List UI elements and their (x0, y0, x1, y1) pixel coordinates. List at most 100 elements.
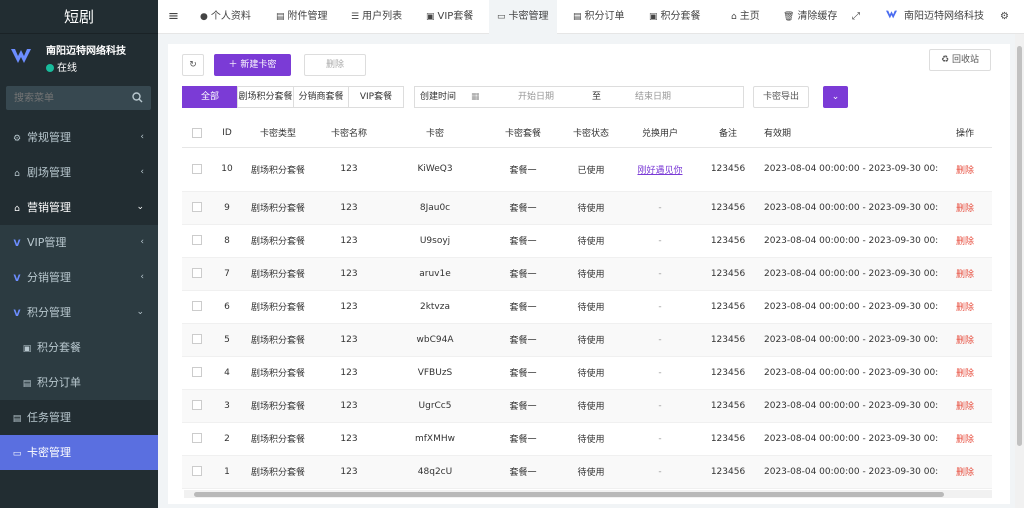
row-checkbox[interactable] (182, 323, 212, 357)
tab-attachments[interactable]: ▤ 附件管理 (276, 0, 328, 34)
sidebar-item-vip[interactable]: V VIP管理 ‹ (0, 225, 158, 260)
user-panel: 南阳迈特网络科技 在线 (0, 34, 158, 78)
filter-distributor[interactable]: 分销商套餐 (293, 86, 349, 108)
table-row[interactable]: 2 剧场积分套餐 123 mfXMHw 套餐一 待使用 -123456 2023-08-04 … (182, 422, 992, 456)
horizontal-scrollbar-thumb[interactable] (194, 492, 944, 497)
cell-package: 套餐一 (486, 389, 560, 423)
sidebar-item-theater[interactable]: ⌂ 剧场管理 ‹ (0, 155, 158, 190)
cell-name: 123 (314, 224, 384, 258)
menu-toggle-icon[interactable]: ≡ (168, 0, 179, 34)
vertical-scrollbar-thumb[interactable] (1017, 46, 1022, 446)
tab-vip[interactable]: ▣ VIP套餐 (426, 0, 473, 34)
table-row[interactable]: 1 剧场积分套餐 123 48q2cU 套餐一 待使用 -123456 2023-08-04 … (182, 455, 992, 489)
search-icon[interactable] (132, 92, 143, 103)
tab-points-order[interactable]: ▤ 积分订单 (573, 0, 625, 34)
delete-link[interactable]: 删除 (938, 455, 992, 489)
table-row[interactable]: 5 剧场积分套餐 123 wbC94A 套餐一 待使用 -123456 2023-08-04 … (182, 323, 992, 357)
column-header[interactable]: 卡密状态 (560, 119, 622, 148)
column-header[interactable]: 有效期 (758, 119, 938, 148)
row-checkbox[interactable] (182, 290, 212, 324)
cell-remark: 123456 (698, 389, 758, 423)
table-row[interactable]: 6 剧场积分套餐 123 2ktvza 套餐一 待使用 -123456 2023-08-04 … (182, 290, 992, 324)
delete-link[interactable]: 删除 (938, 191, 992, 225)
sidebar-menu: ⚙ 常规管理 ‹ ⌂ 剧场管理 ‹ ⌂ 营销管理 ⌄ V VIP管理 ‹ V 分销管理 ‹ V 积分管… (0, 120, 158, 470)
sidebar-item-distribution[interactable]: V 分销管理 ‹ (0, 260, 158, 295)
column-header[interactable]: 卡密名称 (314, 119, 384, 148)
row-checkbox[interactable] (182, 389, 212, 423)
table-row[interactable]: 9 剧场积分套餐 123 8Jau0c 套餐一 待使用 -123456 2023-08-04 … (182, 191, 992, 225)
delete-link[interactable]: 删除 (938, 422, 992, 456)
sidebar-item-tasks[interactable]: ▤ 任务管理 (0, 400, 158, 435)
row-checkbox[interactable] (182, 422, 212, 456)
recycle-bin-button[interactable]: ♻ 回收站 (929, 49, 991, 71)
fullscreen-icon[interactable]: ⤢ (852, 0, 860, 34)
delete-link[interactable]: 删除 (938, 224, 992, 258)
filter-all[interactable]: 全部 (182, 86, 238, 108)
start-date-input[interactable]: 开始日期 (518, 87, 554, 107)
sidebar-item-points[interactable]: V 积分管理 ⌄ (0, 295, 158, 330)
cell-redeem-user[interactable]: 刚好遇见你 (622, 147, 698, 192)
delete-link[interactable]: 删除 (938, 356, 992, 390)
expand-search-button[interactable]: ⌄ (823, 86, 848, 108)
cell-id: 3 (212, 389, 242, 423)
table-body: 10 剧场积分套餐 123 KiWeQ3 套餐一 已使用 刚好遇见你 123456 2023-0… (182, 147, 992, 489)
column-header[interactable]: 卡密类型 (242, 119, 314, 148)
table-row[interactable]: 4 剧场积分套餐 123 VFBUzS 套餐一 待使用 -123456 2023-08-04 … (182, 356, 992, 390)
filter-theater-points[interactable]: 剧场积分套餐 (237, 86, 294, 108)
cell-id: 1 (212, 455, 242, 489)
tab-users[interactable]: ☰ 用户列表 (351, 0, 402, 34)
horizontal-scrollbar[interactable] (184, 490, 992, 498)
column-header[interactable]: 备注 (698, 119, 758, 148)
row-checkbox[interactable] (182, 257, 212, 291)
delete-link[interactable]: 删除 (938, 147, 992, 192)
tab-home[interactable]: ⌂ 主页 (731, 0, 760, 34)
sidebar-item-marketing[interactable]: ⌂ 营销管理 ⌄ (0, 190, 158, 225)
sidebar-item-points-package[interactable]: ▣ 积分套餐 (0, 330, 158, 365)
column-header[interactable]: 卡密套餐 (486, 119, 560, 148)
column-header[interactable]: 卡密 (384, 119, 486, 148)
table-row[interactable]: 7 剧场积分套餐 123 aruv1e 套餐一 待使用 -123456 2023-08-04 … (182, 257, 992, 291)
end-date-input[interactable]: 结束日期 (635, 87, 671, 107)
cell-id: 9 (212, 191, 242, 225)
refresh-button[interactable]: ↻ (182, 54, 204, 76)
sidebar-item-general[interactable]: ⚙ 常规管理 ‹ (0, 120, 158, 155)
vertical-scrollbar[interactable] (1015, 34, 1024, 508)
table-row[interactable]: 8 剧场积分套餐 123 U9soyj 套餐一 待使用 -123456 2023-08-04 … (182, 224, 992, 258)
column-header[interactable]: 兑换用户 (622, 119, 698, 148)
created-time-range[interactable]: 创建时间 ▦ 开始日期 至 结束日期 (414, 86, 744, 108)
table-row[interactable]: 3 剧场积分套餐 123 UgrCc5 套餐一 待使用 -123456 2023-08-04 … (182, 389, 992, 423)
cell-name: 123 (314, 290, 384, 324)
cell-package: 套餐一 (486, 422, 560, 456)
tab-cards[interactable]: ▭ 卡密管理 (489, 0, 557, 34)
delete-link[interactable]: 删除 (938, 323, 992, 357)
menu-search[interactable] (6, 86, 151, 110)
filter-vip[interactable]: VIP套餐 (348, 86, 404, 108)
row-checkbox[interactable] (182, 356, 212, 390)
cell-status: 待使用 (560, 389, 622, 423)
sidebar-item-cards[interactable]: ▭ 卡密管理 (0, 435, 158, 470)
cell-validity: 2023-08-04 00:00:00 - 2023-09-30 00:00:0… (758, 290, 938, 324)
delete-link[interactable]: 删除 (938, 290, 992, 324)
export-cards-button[interactable]: 卡密导出 (753, 86, 809, 108)
sidebar-item-points-order[interactable]: ▤ 积分订单 (0, 365, 158, 400)
column-header[interactable]: ID (212, 119, 242, 148)
select-all-checkbox[interactable] (182, 119, 212, 148)
delete-link[interactable]: 删除 (938, 389, 992, 423)
add-card-button[interactable]: ＋ 新建卡密 (214, 54, 291, 76)
row-checkbox[interactable] (182, 191, 212, 225)
clear-cache-button[interactable]: 🗑 清除缓存 (783, 0, 837, 34)
tab-points-package[interactable]: ▣ 积分套餐 (649, 0, 701, 34)
delete-link[interactable]: 删除 (938, 257, 992, 291)
sidebar-item-label: 分销管理 (27, 271, 71, 284)
delete-button[interactable]: 删除 (304, 54, 366, 76)
row-checkbox[interactable] (182, 455, 212, 489)
table-row[interactable]: 10 剧场积分套餐 123 KiWeQ3 套餐一 已使用 刚好遇见你 123456 2023-0… (182, 147, 992, 192)
row-checkbox[interactable] (182, 224, 212, 258)
cell-package: 套餐一 (486, 455, 560, 489)
user-menu[interactable]: 南阳迈特网络科技 (885, 0, 984, 34)
tab-profile[interactable]: ● 个人资料 (200, 0, 251, 34)
menu-search-input[interactable] (6, 86, 126, 110)
settings-icon[interactable]: ⚙ (1000, 0, 1009, 34)
tab-label: 卡密管理 (508, 11, 549, 22)
row-checkbox[interactable] (182, 147, 212, 192)
